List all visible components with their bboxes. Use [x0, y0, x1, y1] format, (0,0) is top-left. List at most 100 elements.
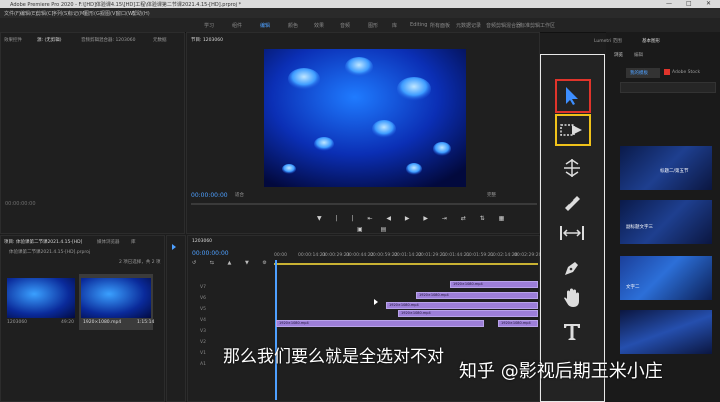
track-label[interactable]: V3 — [200, 326, 206, 337]
timeline-timecode: 00:00:00:00 — [192, 250, 229, 257]
workspace-tab[interactable]: 库 — [392, 22, 397, 29]
track-label[interactable]: V2 — [200, 337, 206, 348]
fit-dropdown[interactable]: 适合 — [235, 192, 244, 198]
resolution-dropdown[interactable]: 完整 — [487, 192, 496, 198]
transport-controls[interactable]: ▼ | | ⇤ ◀ ▶ ▶ ⇥ ⇄ ⇅ ▦ — [317, 215, 510, 222]
ripple-edit-icon[interactable] — [556, 153, 588, 183]
workspace-tab[interactable]: 音频 — [340, 22, 350, 29]
export-frame-icon[interactable]: ▣ ▤ — [357, 226, 394, 233]
track-label[interactable]: V7 — [200, 282, 206, 293]
clip-thumbnail[interactable] — [7, 278, 75, 318]
tab-lumetri-scopes[interactable]: Lumetri 范围 — [594, 38, 622, 44]
workspace-tab[interactable]: 效果 — [314, 22, 324, 29]
template-preview[interactable]: 文字二 — [620, 256, 712, 300]
workspace-tab[interactable]: 所有面板 — [430, 22, 450, 29]
clip-duration: 49:20 — [61, 320, 74, 325]
tab-edit[interactable]: 编辑 — [634, 52, 643, 58]
track-select-forward-icon[interactable] — [556, 115, 588, 145]
source-timecode: 00:00:00:00 — [5, 201, 36, 207]
program-scrubber[interactable] — [191, 203, 537, 205]
track-label[interactable]: V6 — [200, 293, 206, 304]
timeline-clip[interactable]: 1920×1080.mp4 — [450, 281, 538, 288]
my-templates-label: 我的模板 — [630, 71, 648, 76]
workspace-tab[interactable]: 组件 — [232, 22, 242, 29]
workspace-tab[interactable]: 标准剪辑工作区 — [520, 22, 555, 29]
workspace-tab[interactable]: 颜色 — [288, 22, 298, 29]
timeline-clip[interactable]: 1920×1080.mp4 — [416, 292, 538, 299]
playhead[interactable] — [275, 260, 277, 400]
menu-sequence[interactable]: 序列(S) — [52, 10, 69, 17]
work-area-bar[interactable] — [274, 263, 538, 265]
menu-clip[interactable]: 剪辑(C) — [36, 10, 53, 17]
timeline-clip[interactable]: 1920×1080.mp4 — [386, 302, 538, 309]
razor-icon[interactable] — [556, 187, 588, 217]
tab-libraries[interactable]: 库 — [131, 239, 136, 245]
track-label[interactable]: V5 — [200, 304, 206, 315]
pen-icon[interactable] — [556, 253, 588, 283]
hand-icon[interactable] — [556, 283, 588, 313]
toolbox-panel — [540, 54, 605, 402]
tab-source[interactable]: 源: (无剪辑) — [37, 37, 61, 43]
template-preview-label: 副标题文字三 — [626, 225, 653, 230]
menu-edit[interactable]: 编辑(E) — [20, 10, 37, 17]
timeline-clip[interactable]: 1920×1080.mp4 — [276, 320, 484, 327]
slip-icon[interactable] — [556, 218, 588, 248]
type-tool-icon[interactable] — [556, 317, 588, 347]
workspace-tab[interactable]: 音频剪辑混合器 — [486, 22, 521, 29]
clip-thumbnail[interactable] — [81, 278, 151, 318]
menu-bar: 文件(F) 编辑(E) 剪辑(C) 序列(S) 标记(M) 图形(G) 视图(V… — [0, 8, 720, 18]
timeline-options-icons[interactable]: ↺ ⇆ ▲ ▼ ⚙ — [192, 260, 273, 266]
template-search-input[interactable] — [620, 82, 716, 93]
title-bar: Adobe Premiere Pro 2020 - F:\[HD]体验课4.15… — [0, 0, 720, 8]
track-label[interactable]: V4 — [200, 315, 206, 326]
tab-essential-graphics[interactable]: 基本图形 — [642, 38, 660, 44]
workspace-bar: 学习 组件 编辑 颜色 效果 音频 图形 库 Editing 所有面板 元数据记… — [0, 18, 720, 33]
tab-media-browser[interactable]: 媒体浏览器 — [97, 239, 120, 245]
video-subtitle: 那么我们要么就是全选对不对 — [223, 347, 444, 367]
project-panel: 项目: 体验课第二节课2021.4.15-[HD] 媒体浏览器 库 体验课第二节… — [0, 235, 165, 402]
workspace-tab[interactable]: Editing — [410, 22, 427, 28]
track-label[interactable]: V1 — [200, 348, 206, 359]
window-title: Adobe Premiere Pro 2020 - F:\[HD]体验课4.15… — [10, 2, 242, 8]
template-preview-label: 文字二 — [626, 285, 640, 290]
tab-audio-mixer[interactable]: 音频剪辑混合器: 1203060 — [81, 37, 136, 43]
watermark: 知乎 @影视后期王米小庄 — [459, 361, 663, 382]
selection-arrow-icon[interactable] — [172, 244, 176, 250]
template-preview[interactable]: 副标题文字三 — [620, 200, 712, 244]
minimize-icon[interactable]: — — [666, 0, 672, 7]
timeline-clip[interactable]: 1920×1080.mp4 — [398, 310, 538, 317]
program-monitor: 节目: 1203060 00:00:00:00 适合 完整 ▼ | | ⇤ ◀ … — [186, 32, 540, 234]
ruler-tick: 00:00 — [274, 253, 287, 258]
tab-browse[interactable]: 浏览 — [614, 52, 623, 58]
close-icon[interactable]: ✕ — [706, 0, 711, 7]
track-headers: V7 V6 V5 V4 V3 V2 V1 A1 — [200, 282, 206, 370]
menu-help[interactable]: 帮助(H) — [132, 10, 150, 17]
adobe-stock-icon — [664, 69, 670, 75]
selection-count: 2 项已选择，共 2 项 — [119, 260, 161, 265]
source-panel: 效果控件 源: (无剪辑) 音频剪辑混合器: 1203060 元数据 00:00… — [0, 32, 185, 234]
program-timecode: 00:00:00:00 — [191, 192, 228, 199]
track-label[interactable]: A1 — [200, 359, 206, 370]
mouse-cursor-icon — [374, 299, 378, 305]
timeline-ruler[interactable]: 00:00 00:00:14:23 00:00:29:23 00:00:44:2… — [274, 252, 541, 262]
menu-view[interactable]: 视图(V) — [100, 10, 117, 17]
tab-program[interactable]: 节目: 1203060 — [191, 37, 223, 43]
workspace-tab[interactable]: 元数据记录 — [456, 22, 481, 29]
workspace-tab-active[interactable]: 编辑 — [260, 22, 270, 29]
tab-project[interactable]: 项目: 体验课第二节课2021.4.15-[HD] — [4, 239, 82, 245]
menu-file[interactable]: 文件(F) — [4, 10, 21, 17]
selection-tool-icon[interactable] — [556, 81, 588, 111]
timeline-clip[interactable]: 1920×1080.mp4 — [498, 320, 538, 327]
workspace-tab[interactable]: 图形 — [368, 22, 378, 29]
workspace-tab[interactable]: 学习 — [204, 22, 214, 29]
maximize-icon[interactable]: □ — [686, 0, 692, 7]
tab-sequence[interactable]: 1203060 — [192, 239, 212, 244]
tab-effect-controls[interactable]: 效果控件 — [4, 37, 22, 43]
clip-name: 1920×1080.mp4 — [83, 320, 122, 325]
program-video-frame — [264, 49, 466, 187]
template-preview[interactable]: 标题二/第五节 — [620, 146, 712, 190]
template-preview-label: 标题二/第五节 — [660, 169, 689, 174]
tab-metadata[interactable]: 元数据 — [153, 37, 167, 43]
adobe-stock-label[interactable]: Adobe Stock — [672, 70, 700, 75]
template-preview[interactable] — [620, 310, 712, 354]
